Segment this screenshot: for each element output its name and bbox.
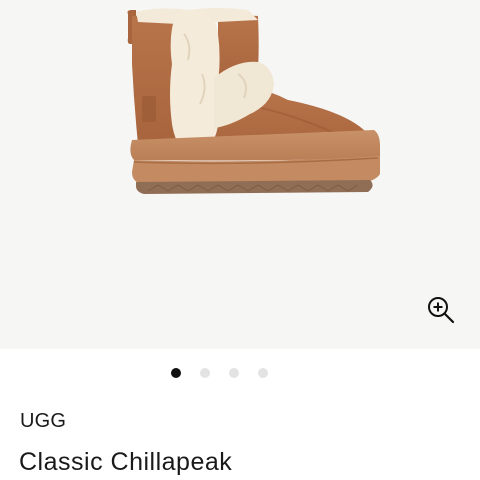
gallery-dot-3[interactable] xyxy=(228,368,239,378)
product-page: UGG Classic Chillapeak xyxy=(0,0,480,480)
product-name: Classic Chillapeak xyxy=(19,448,233,476)
zoom-button[interactable] xyxy=(421,290,461,330)
product-image-gallery[interactable] xyxy=(0,0,480,349)
gallery-pagination xyxy=(0,363,480,383)
zoom-in-icon xyxy=(428,297,455,324)
product-image xyxy=(127,8,380,194)
product-brand[interactable]: UGG xyxy=(20,408,66,434)
gallery-dot-2[interactable] xyxy=(199,368,210,378)
gallery-dot-1[interactable] xyxy=(170,368,181,378)
gallery-dot-4[interactable] xyxy=(257,368,268,378)
